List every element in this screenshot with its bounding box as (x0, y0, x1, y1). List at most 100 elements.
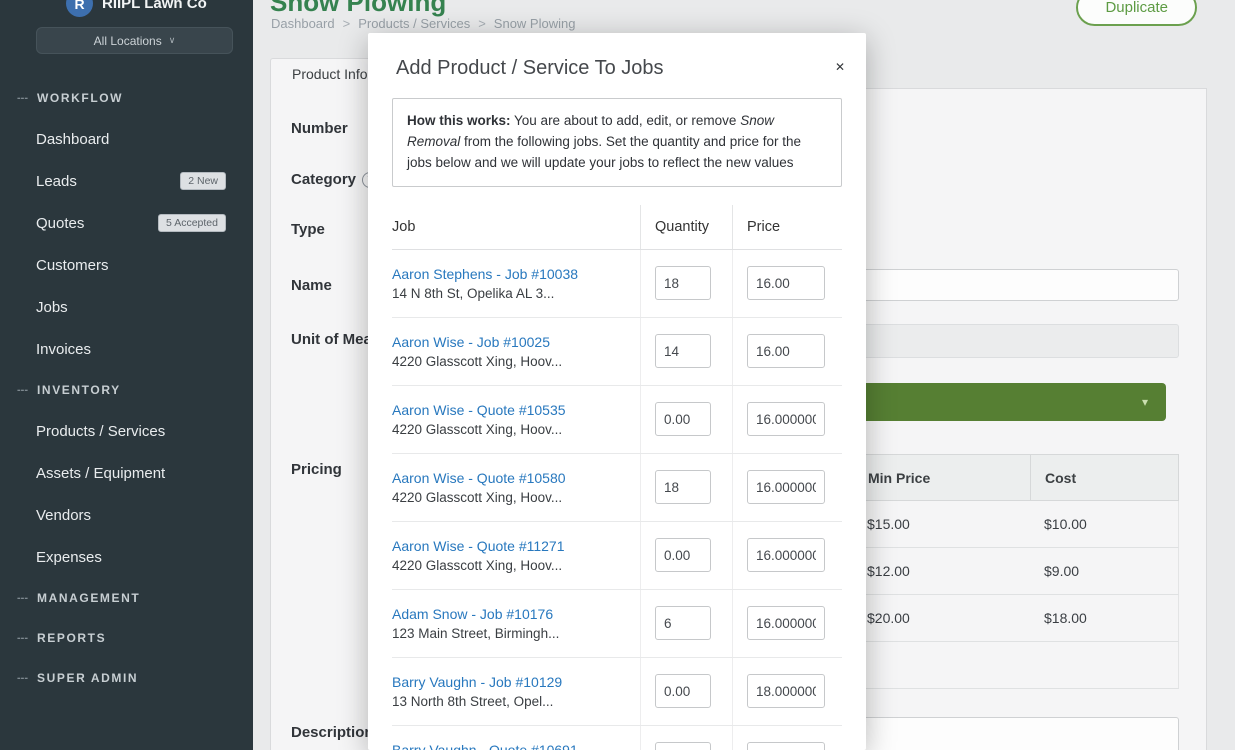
job-link[interactable]: Aaron Wise - Quote #11271 (392, 538, 565, 554)
sidebar-item-invoices[interactable]: Invoices (0, 328, 253, 370)
sidebar-item-products-services[interactable]: Products / Services (0, 410, 253, 452)
job-row: Barry Vaughn - Job #10129 13 North 8th St… (392, 658, 842, 726)
description-label: Description (291, 724, 374, 741)
pricing-cell: $20.00 (853, 595, 1030, 641)
job-cell: Aaron Stephens - Job #1003814 N 8th St, … (392, 250, 640, 317)
sidebar-section-label: SUPER ADMIN (37, 671, 138, 685)
sidebar-item-quotes[interactable]: Quotes5 Accepted (0, 202, 253, 244)
location-label: All Locations (94, 34, 162, 48)
sidebar-section-label: REPORTS (37, 631, 106, 645)
section-dashes-icon: --- (17, 592, 28, 604)
job-link[interactable]: Aaron Wise - Quote #10535 (392, 402, 566, 418)
price-input[interactable] (747, 742, 825, 750)
pricing-cell: $9.00 (1030, 548, 1180, 594)
sidebar-section-label: MANAGEMENT (37, 591, 140, 605)
pricing-cell: $15.00 (853, 501, 1030, 547)
sidebar-item-jobs[interactable]: Jobs (0, 286, 253, 328)
add-product-modal: Add Product / Service To Jobs ✕ How this… (368, 33, 866, 750)
sidebar-item-label: Jobs (36, 299, 68, 316)
price-input[interactable] (747, 538, 825, 572)
logo-letter: R (74, 0, 84, 12)
job-row: Aaron Wise - Quote #105354220 Glasscott … (392, 386, 842, 454)
sidebar-item-customers[interactable]: Customers (0, 244, 253, 286)
job-row: Barry Vaughn - Quote #1069113 North 8th … (392, 726, 842, 750)
job-link[interactable]: Aaron Stephens - Job #10038 (392, 266, 578, 282)
quantity-input[interactable] (655, 538, 711, 572)
quantity-cell (640, 318, 732, 385)
sidebar-item-label: Expenses (36, 549, 102, 566)
sidebar-item-vendors[interactable]: Vendors (0, 494, 253, 536)
job-address: 4220 Glasscott Xing, Hoov... (392, 490, 562, 505)
dropdown-caret-icon: ▾ (1142, 395, 1148, 409)
sidebar-item-badge: 5 Accepted (158, 214, 226, 232)
tab-label: Product Info (292, 66, 368, 82)
job-row: Aaron Wise - Job #100254220 Glasscott Xi… (392, 318, 842, 386)
job-link[interactable]: Barry Vaughn - Quote #10691 (392, 742, 578, 750)
price-input[interactable] (747, 470, 825, 504)
type-label: Type (291, 221, 325, 238)
jobs-table-header: Job Quantity Price (392, 205, 842, 250)
quantity-cell (640, 386, 732, 453)
section-dashes-icon: --- (17, 384, 28, 396)
quantity-cell (640, 658, 732, 725)
quantity-cell (640, 522, 732, 589)
number-label: Number (291, 120, 348, 137)
sidebar-section-reports[interactable]: --- REPORTS (0, 618, 253, 658)
quantity-input[interactable] (655, 606, 711, 640)
sidebar-item-label: Vendors (36, 507, 91, 524)
modal-table-body: Aaron Stephens - Job #1003814 N 8th St, … (392, 250, 842, 750)
modal-title: Add Product / Service To Jobs (396, 57, 838, 80)
pricing-label: Pricing (291, 461, 342, 478)
section-dashes-icon: --- (17, 672, 28, 684)
job-row: Aaron Wise - Quote #11271 4220 Glasscott … (392, 522, 842, 590)
sidebar-item-badge: 2 New (180, 172, 226, 190)
pricing-empty-cell (1030, 642, 1180, 688)
category-label-text: Category (291, 171, 356, 188)
quantity-input[interactable] (655, 674, 711, 708)
sidebar-item-label: Customers (36, 257, 109, 274)
price-input[interactable] (747, 266, 825, 300)
sidebar: R RIIPL Lawn Co All Locations ∨ ---WORKF… (0, 0, 253, 750)
pricing-col-min-price: Min Price (853, 455, 1030, 500)
location-selector[interactable]: All Locations ∨ (36, 27, 233, 54)
job-link[interactable]: Aaron Wise - Job #10025 (392, 334, 550, 350)
price-input[interactable] (747, 606, 825, 640)
job-link[interactable]: Aaron Wise - Quote #10580 (392, 470, 566, 486)
breadcrumb-item[interactable]: Snow Plowing (494, 16, 576, 31)
sidebar-item-leads[interactable]: Leads2 New (0, 160, 253, 202)
price-input[interactable] (747, 402, 825, 436)
category-label: Category ? (291, 171, 378, 188)
sidebar-item-assets-equipment[interactable]: Assets / Equipment (0, 452, 253, 494)
duplicate-button[interactable]: Duplicate (1076, 0, 1197, 26)
sidebar-section-super-admin[interactable]: --- SUPER ADMIN (0, 658, 253, 698)
sidebar-item-expenses[interactable]: Expenses (0, 536, 253, 578)
breadcrumb-item[interactable]: Products / Services (358, 16, 470, 31)
sidebar-section-inventory[interactable]: ---INVENTORY (0, 370, 253, 410)
sidebar-section-workflow[interactable]: ---WORKFLOW (0, 78, 253, 118)
company-logo: R (66, 0, 93, 17)
job-cell: Aaron Wise - Quote #105354220 Glasscott … (392, 386, 640, 453)
sidebar-section-label: WORKFLOW (37, 91, 123, 105)
job-link[interactable]: Adam Snow - Job #10176 (392, 606, 553, 622)
job-address: 123 Main Street, Birmingh... (392, 626, 559, 641)
section-dashes-icon: --- (17, 632, 28, 644)
price-input[interactable] (747, 674, 825, 708)
quantity-input[interactable] (655, 334, 711, 368)
logo-row: R RIIPL Lawn Co (66, 0, 207, 17)
close-icon[interactable]: ✕ (835, 60, 845, 74)
price-input[interactable] (747, 334, 825, 368)
job-link[interactable]: Barry Vaughn - Job #10129 (392, 674, 562, 690)
job-address: 13 North 8th Street, Opel... (392, 694, 553, 709)
quantity-input[interactable] (655, 470, 711, 504)
quantity-input[interactable] (655, 266, 711, 300)
job-cell: Aaron Wise - Quote #10580 4220 Glasscott … (392, 454, 640, 521)
breadcrumb-item[interactable]: Dashboard (271, 16, 335, 31)
note-text-1: You are about to add, edit, or remove (511, 113, 741, 128)
quantity-input[interactable] (655, 742, 711, 750)
sidebar-section-management[interactable]: --- MANAGEMENT (0, 578, 253, 618)
breadcrumb-separator: > (343, 16, 351, 31)
quantity-input[interactable] (655, 402, 711, 436)
how-it-works-note: How this works: You are about to add, ed… (392, 98, 842, 187)
job-address: 4220 Glasscott Xing, Hoov... (392, 558, 562, 573)
sidebar-item-dashboard[interactable]: Dashboard (0, 118, 253, 160)
